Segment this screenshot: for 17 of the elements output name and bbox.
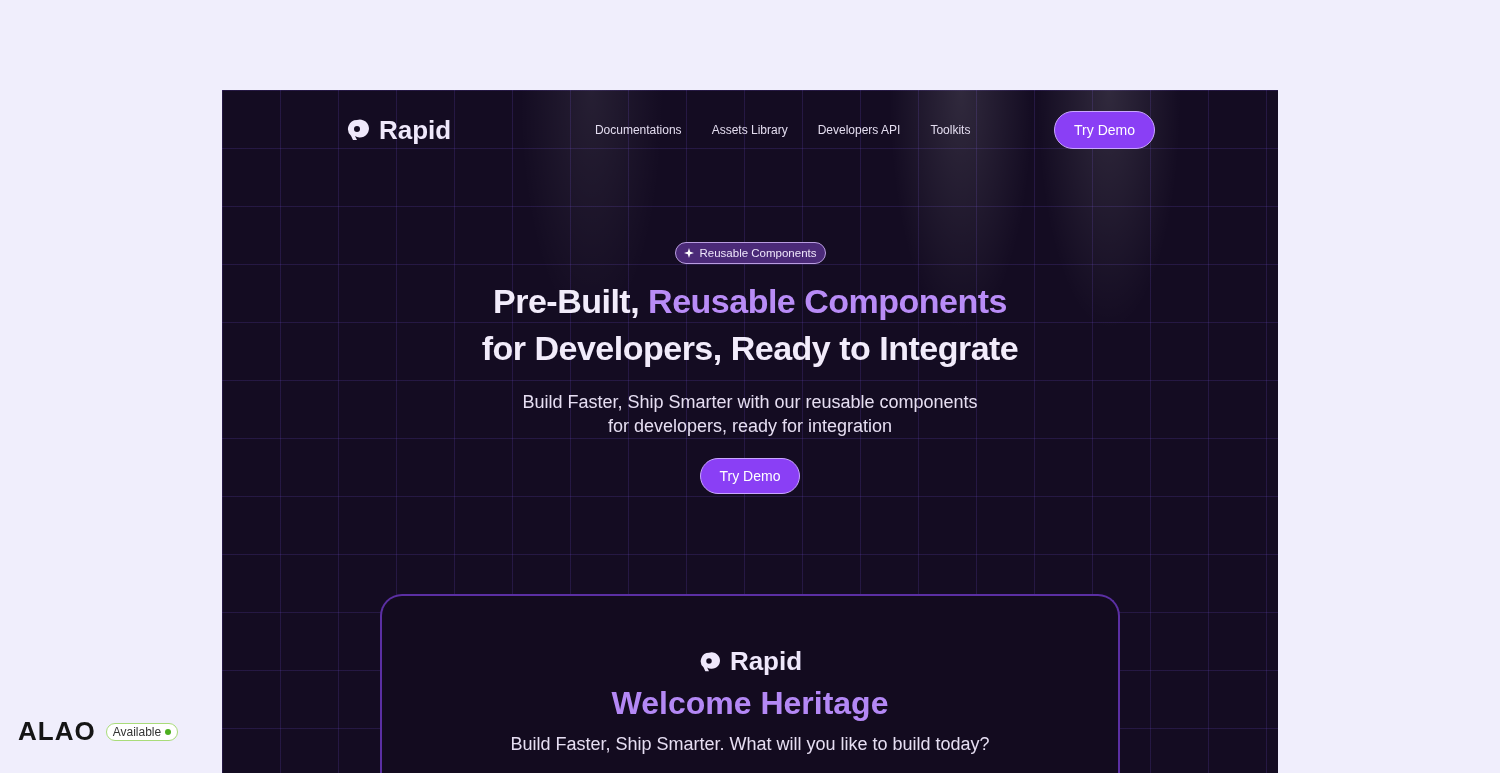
- welcome-title: Welcome Heritage: [611, 685, 889, 722]
- headline: Pre-Built, Reusable Components for Developers, Ready to Integrate: [481, 281, 1019, 369]
- welcome-subtitle: Build Faster, Ship Smarter. What will you like to build today?: [510, 733, 990, 756]
- nav-link[interactable]: Documentations: [594, 123, 682, 137]
- nav-link[interactable]: Assets Library: [711, 123, 788, 137]
- nav-link[interactable]: Developers API: [817, 123, 901, 137]
- try-demo-button[interactable]: Try Demo: [699, 458, 801, 494]
- nav-link[interactable]: Toolkits: [930, 123, 971, 137]
- status-label: Available: [112, 724, 162, 739]
- badge-label: Reusable Components: [699, 247, 817, 259]
- sparkle-icon: [683, 248, 694, 258]
- hero-subtitle: Build Faster, Ship Smarter with our reusable components for developers, ready for integration: [522, 391, 978, 438]
- logo-icon: [345, 118, 369, 142]
- try-demo-button[interactable]: Try Demo: [1054, 111, 1155, 149]
- brand-name: Rapid: [379, 114, 452, 146]
- brand-name: Rapid: [729, 646, 803, 677]
- author-name: ALAO: [18, 716, 96, 747]
